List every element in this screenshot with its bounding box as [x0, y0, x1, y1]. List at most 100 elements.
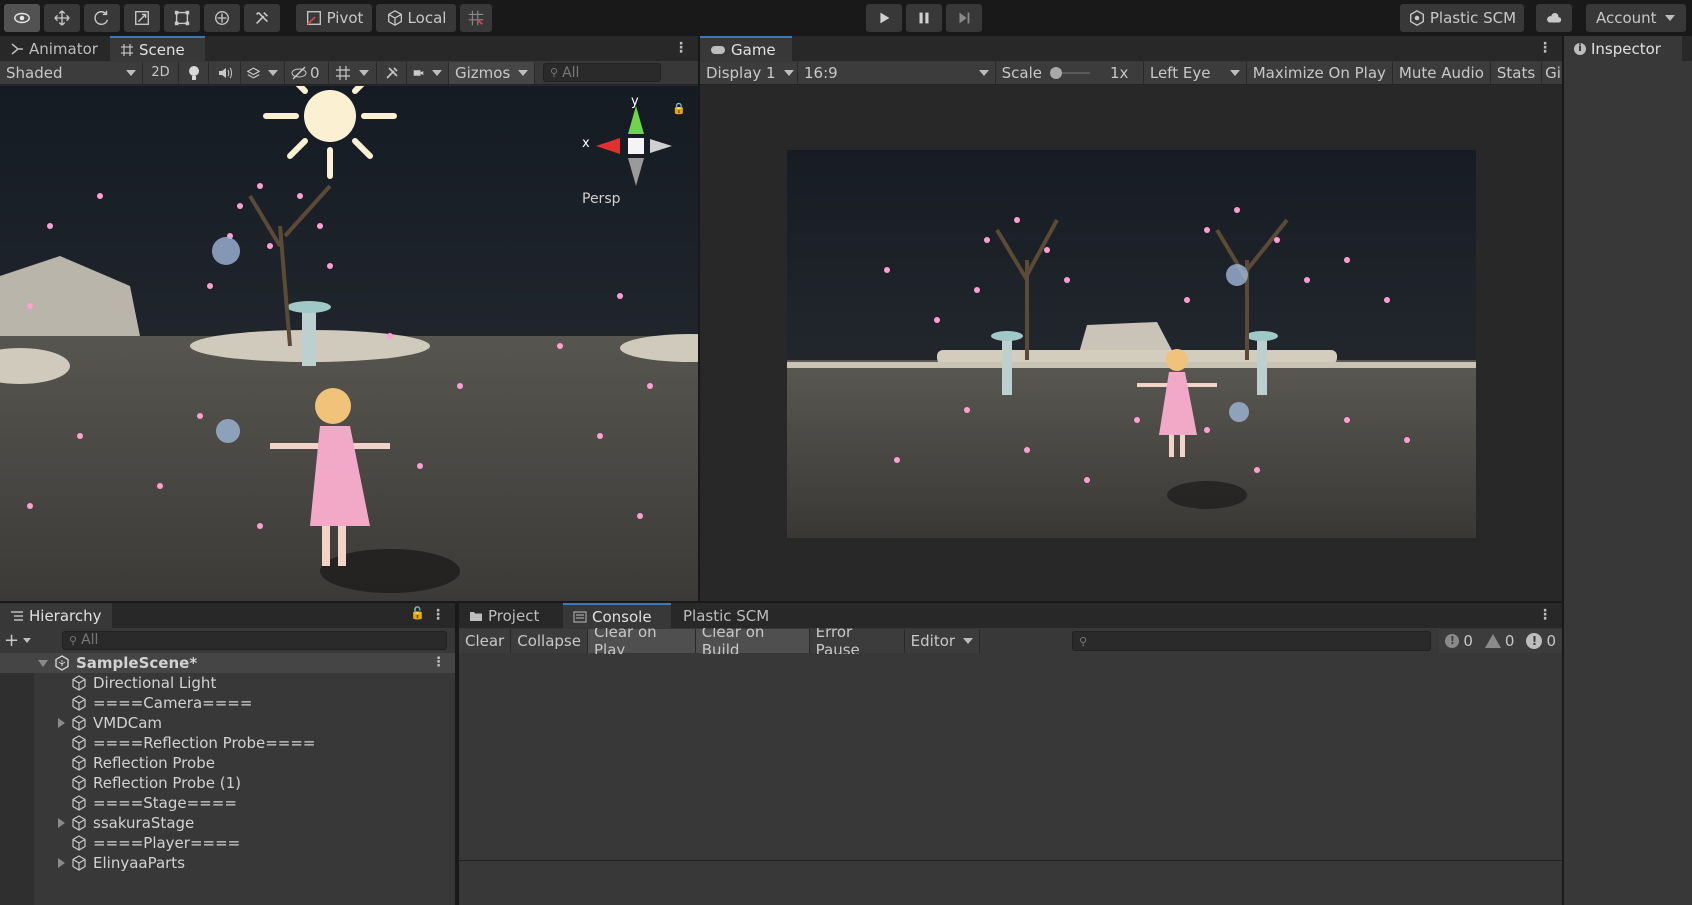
hierarchy-item[interactable]: Reflection Probe: [0, 753, 455, 773]
orientation-gizmo[interactable]: y x Persp: [576, 94, 676, 216]
tab-scene[interactable]: Scene: [110, 36, 205, 61]
gameobject-cube-icon: [72, 695, 86, 711]
cloud-button[interactable]: [1536, 4, 1572, 32]
maximize-on-play-toggle[interactable]: Maximize On Play: [1246, 61, 1393, 84]
console-menu-icon[interactable]: ⋮: [1538, 607, 1552, 623]
lighting-toggle[interactable]: [179, 61, 209, 84]
tab-hierarchy-label: Hierarchy: [29, 606, 102, 625]
hierarchy-item-label: Reflection Probe: [93, 754, 215, 772]
hierarchy-item[interactable]: ElinyaaParts: [0, 853, 455, 873]
tab-inspector[interactable]: i Inspector: [1564, 36, 1682, 61]
rect-tool-button[interactable]: [164, 4, 200, 32]
game-viewport[interactable]: [787, 150, 1476, 538]
hierarchy-item[interactable]: Directional Light: [0, 673, 455, 693]
error-filter-toggle[interactable]: ! 0: [1520, 629, 1562, 653]
warning-filter-toggle[interactable]: 0: [1478, 629, 1521, 653]
display-dropdown[interactable]: Display 1: [700, 61, 798, 84]
expand-arrow-icon[interactable]: [58, 818, 65, 828]
hierarchy-item[interactable]: ====Player====: [0, 833, 455, 853]
tab-plastic-scm[interactable]: Plastic SCM: [671, 603, 783, 628]
account-dropdown[interactable]: Account: [1586, 4, 1686, 32]
camera-dropdown[interactable]: [407, 61, 449, 84]
collapse-toggle[interactable]: Collapse: [511, 629, 588, 653]
tab-animator[interactable]: Animator: [0, 36, 110, 61]
audio-toggle[interactable]: [209, 61, 241, 84]
console-icon: [573, 611, 587, 622]
game-menu-icon[interactable]: ⋮: [1538, 40, 1552, 56]
hierarchy-menu-icon[interactable]: ⋮: [431, 607, 445, 623]
game-render: [787, 150, 1476, 538]
scene-menu-icon[interactable]: ⋮: [674, 40, 688, 56]
inspector-panel: i Inspector: [1564, 36, 1692, 905]
scale-tool-button[interactable]: [124, 4, 160, 32]
mute-audio-toggle[interactable]: Mute Audio: [1392, 61, 1491, 84]
tab-console[interactable]: Console: [563, 603, 671, 628]
error-pause-toggle[interactable]: Error Pause: [809, 623, 905, 659]
console-detail-area[interactable]: [459, 861, 1562, 905]
grid-dropdown[interactable]: [329, 61, 377, 84]
custom-tool-button[interactable]: [244, 4, 280, 32]
hierarchy-item-label: ====Stage====: [93, 794, 237, 812]
grid-snap-icon: [468, 10, 484, 26]
hierarchy-item[interactable]: Reflection Probe (1): [0, 773, 455, 793]
console-toolbar: Clear Collapse Clear on Play Clear on Bu…: [459, 623, 1562, 659]
expand-arrow-icon[interactable]: [58, 718, 65, 728]
pivot-toggle[interactable]: Pivot: [296, 4, 372, 32]
hierarchy-item[interactable]: ====Reflection Probe====: [0, 733, 455, 753]
console-log-area[interactable]: [459, 654, 1562, 860]
game-tabbar: Game ⋮: [700, 36, 1562, 61]
clear-on-play-toggle[interactable]: Clear on Play: [587, 623, 696, 659]
tab-game[interactable]: Game: [700, 36, 792, 61]
pause-button[interactable]: [906, 4, 942, 32]
warning-icon: [1484, 634, 1501, 648]
scene-search-input[interactable]: ⚲ All: [543, 63, 661, 82]
projection-label[interactable]: Persp: [582, 191, 621, 207]
tab-hierarchy[interactable]: Hierarchy: [0, 603, 112, 628]
step-button[interactable]: [946, 4, 982, 32]
expand-arrow-icon[interactable]: [38, 659, 48, 667]
axis-y-label: y: [631, 94, 639, 109]
clear-on-build-toggle[interactable]: Clear on Build: [695, 623, 810, 659]
gizmos-dropdown[interactable]: Gizmos: [449, 61, 535, 84]
console-search-input[interactable]: ⚲: [1072, 631, 1432, 651]
expand-arrow-icon[interactable]: [58, 858, 65, 868]
tools-icon: [256, 12, 268, 24]
tab-plastic-label: Plastic SCM: [683, 606, 770, 625]
clear-button[interactable]: Clear: [459, 629, 512, 653]
aspect-dropdown[interactable]: 16:9: [798, 61, 996, 84]
toggle-2d-button[interactable]: 2D: [143, 61, 179, 84]
hierarchy-item[interactable]: ====Stage====: [0, 793, 455, 813]
hierarchy-item[interactable]: ====Camera====: [0, 693, 455, 713]
lock-icon[interactable]: 🔒: [672, 102, 686, 115]
stats-toggle[interactable]: Stats: [1490, 61, 1543, 84]
eye-dropdown[interactable]: Left Eye: [1143, 61, 1247, 84]
gizmos-toggle[interactable]: Gi: [1542, 61, 1562, 84]
scale-slider[interactable]: [1049, 66, 1090, 79]
component-tools-button[interactable]: [377, 61, 407, 84]
grid-snap-button[interactable]: [460, 4, 492, 32]
create-dropdown[interactable]: +: [0, 630, 62, 651]
scene-viewport[interactable]: y x Persp 🔒: [0, 86, 698, 601]
transform-tool-button[interactable]: [204, 4, 240, 32]
plastic-scm-button[interactable]: Plastic SCM: [1400, 4, 1524, 32]
hierarchy-list: Directional Light ====Camera==== VMDCam ===…: [0, 673, 455, 873]
hierarchy-item[interactable]: VMDCam: [0, 713, 455, 733]
rect-transform-icon: [174, 10, 190, 26]
hierarchy-search-input[interactable]: ⚲ All: [62, 630, 447, 650]
play-button[interactable]: [866, 4, 902, 32]
view-tool-button[interactable]: [4, 4, 40, 32]
info-filter-toggle[interactable]: ! 0: [1439, 629, 1479, 653]
hidden-objects-toggle[interactable]: 0: [285, 61, 329, 84]
effects-dropdown[interactable]: [241, 61, 285, 84]
scene-row-menu-icon[interactable]: ⋮: [432, 655, 445, 670]
hierarchy-lock-icon[interactable]: 🔓: [410, 606, 425, 620]
tab-project[interactable]: Project: [459, 603, 563, 628]
scene-row[interactable]: SampleScene* ⋮: [0, 653, 455, 673]
rotate-tool-button[interactable]: [84, 4, 120, 32]
move-tool-button[interactable]: [44, 4, 80, 32]
shading-mode-dropdown[interactable]: Shaded: [0, 61, 143, 84]
editor-dropdown[interactable]: Editor: [904, 629, 981, 653]
hierarchy-item[interactable]: ssakuraStage: [0, 813, 455, 833]
scale-slider-handle[interactable]: [1049, 66, 1062, 79]
local-toggle[interactable]: Local: [376, 4, 456, 32]
